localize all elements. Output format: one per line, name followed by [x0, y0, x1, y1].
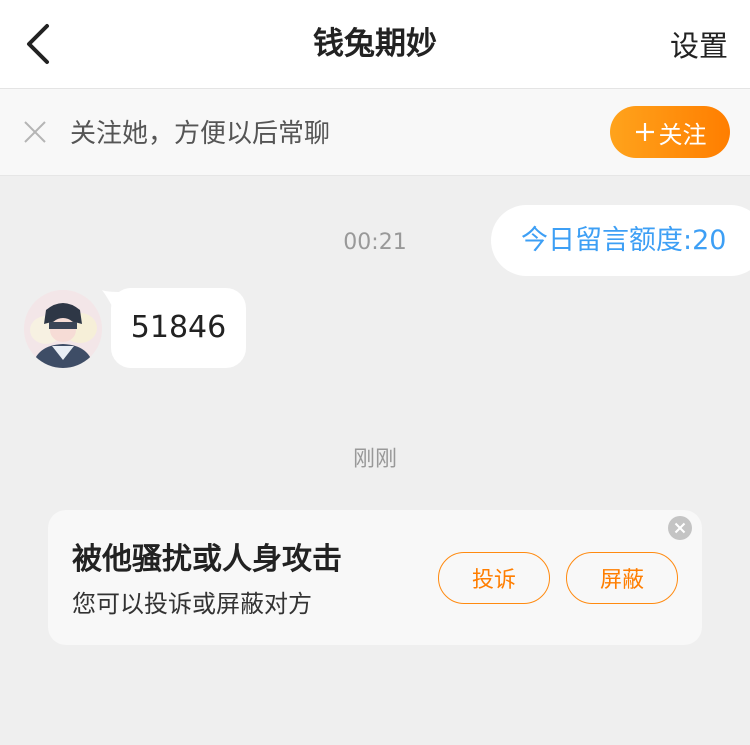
back-button[interactable] [14, 20, 62, 68]
top-nav-bar: 钱兔期妙 设置 [0, 0, 750, 89]
report-card-close-button[interactable] [668, 516, 692, 540]
block-button[interactable]: 屏蔽 [566, 552, 678, 604]
close-circle-icon [668, 516, 692, 540]
close-icon [24, 121, 46, 143]
follow-button[interactable]: 关注 [610, 106, 730, 158]
dismiss-follow-button[interactable] [20, 117, 50, 147]
received-message-bubble[interactable]: 51846 [111, 288, 246, 368]
page-title: 钱兔期妙 [313, 26, 437, 62]
avatar[interactable] [24, 290, 102, 368]
avatar-image [24, 290, 102, 368]
follow-button-label: 关注 [658, 120, 707, 149]
follow-prompt-text: 关注她，方便以后常聊 [70, 119, 331, 149]
chevron-left-icon [27, 24, 49, 64]
report-card-title: 被他骚扰或人身攻击 [72, 542, 342, 577]
report-card-subtitle: 您可以投诉或屏蔽对方 [72, 590, 312, 618]
plus-icon [635, 123, 654, 141]
settings-button[interactable]: 设置 [670, 0, 728, 89]
complain-button[interactable]: 投诉 [438, 552, 550, 604]
message-timestamp: 00:21 [343, 230, 407, 255]
message-timestamp-recent: 刚刚 [352, 447, 397, 472]
follow-banner: 关注她，方便以后常聊 关注 [0, 89, 750, 176]
